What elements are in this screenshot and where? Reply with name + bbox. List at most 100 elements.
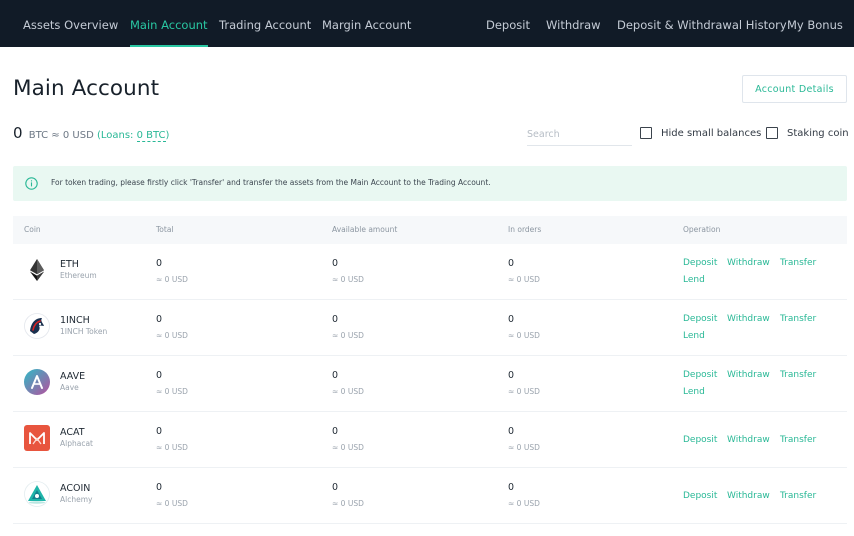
column-in-orders: In orders <box>508 225 542 234</box>
ethereum-icon <box>24 257 50 283</box>
staking-coin-toggle[interactable]: Staking coin <box>766 127 849 139</box>
coin-name: 1INCH Token <box>60 327 108 336</box>
in-orders-usd: ≈ 0 USD <box>508 275 540 284</box>
balance-usd: ≈ 0 USD <box>51 130 94 141</box>
withdraw-link[interactable]: Withdraw <box>727 258 770 268</box>
staking-coin-label: Staking coin <box>787 127 849 139</box>
available-value: 0 <box>332 314 339 325</box>
page-title: Main Account <box>13 76 160 101</box>
coin-symbol: ETH <box>60 259 79 270</box>
deposit-link[interactable]: Deposit <box>683 258 717 268</box>
nav-main-account-label: Main Account <box>130 18 208 32</box>
withdraw-link[interactable]: Withdraw <box>727 370 770 380</box>
in-orders-value: 0 <box>508 482 515 493</box>
coin-symbol: AAVE <box>60 371 86 382</box>
coin-name: Ethereum <box>60 271 97 280</box>
hide-small-balances-toggle[interactable]: Hide small balances <box>640 127 761 139</box>
info-icon <box>25 177 38 190</box>
total-usd: ≈ 0 USD <box>156 331 188 340</box>
nav-deposit[interactable]: Deposit <box>486 0 530 47</box>
loans-value[interactable]: 0 BTC <box>136 130 166 142</box>
total-balance: 0 BTC ≈ 0 USD (Loans: 0 BTC) <box>13 124 169 142</box>
loans-label: (Loans: <box>96 130 134 141</box>
table-row: AAVE Aave 0 ≈ 0 USD 0 ≈ 0 USD 0 ≈ 0 USD Deposit W… <box>13 356 847 412</box>
total-usd: ≈ 0 USD <box>156 275 188 284</box>
deposit-link[interactable]: Deposit <box>683 491 717 501</box>
top-nav: Assets Overview Main Account Trading Acc… <box>0 0 854 47</box>
lend-link[interactable]: Lend <box>683 387 705 397</box>
lend-link[interactable]: Lend <box>683 275 705 285</box>
total-usd: ≈ 0 USD <box>156 499 188 508</box>
total-value: 0 <box>156 258 163 269</box>
available-value: 0 <box>332 258 339 269</box>
total-value: 0 <box>156 482 163 493</box>
column-total: Total <box>156 225 174 234</box>
nav-assets-overview[interactable]: Assets Overview <box>23 0 118 47</box>
alphacat-icon <box>24 425 50 451</box>
hide-small-balances-checkbox[interactable] <box>640 127 652 139</box>
transfer-notice: For token trading, please firstly click … <box>13 166 847 201</box>
in-orders-value: 0 <box>508 426 515 437</box>
search-input[interactable] <box>527 124 632 146</box>
coin-name: Alchemy <box>60 495 93 504</box>
in-orders-usd: ≈ 0 USD <box>508 499 540 508</box>
in-orders-usd: ≈ 0 USD <box>508 387 540 396</box>
coin-symbol: ACOIN <box>60 483 91 494</box>
alchemy-icon <box>24 481 50 507</box>
available-value: 0 <box>332 370 339 381</box>
total-usd: ≈ 0 USD <box>156 443 188 452</box>
nav-my-bonus[interactable]: My Bonus <box>787 0 843 47</box>
coin-name: Aave <box>60 383 79 392</box>
transfer-link[interactable]: Transfer <box>780 258 816 268</box>
in-orders-value: 0 <box>508 370 515 381</box>
total-usd: ≈ 0 USD <box>156 387 188 396</box>
available-usd: ≈ 0 USD <box>332 275 364 284</box>
column-available: Available amount <box>332 225 398 234</box>
active-tab-indicator <box>130 45 208 47</box>
total-value: 0 <box>156 314 163 325</box>
nav-trading-account[interactable]: Trading Account <box>219 0 311 47</box>
nav-main-account[interactable]: Main Account <box>130 0 208 47</box>
available-usd: ≈ 0 USD <box>332 331 364 340</box>
staking-coin-checkbox[interactable] <box>766 127 778 139</box>
nav-withdraw[interactable]: Withdraw <box>546 0 601 47</box>
coin-symbol: 1INCH <box>60 315 90 326</box>
withdraw-link[interactable]: Withdraw <box>727 435 770 445</box>
total-value: 0 <box>156 426 163 437</box>
in-orders-value: 0 <box>508 314 515 325</box>
available-usd: ≈ 0 USD <box>332 499 364 508</box>
table-row: ACAT Alphacat 0 ≈ 0 USD 0 ≈ 0 USD 0 ≈ 0 USD Depo… <box>13 412 847 468</box>
deposit-link[interactable]: Deposit <box>683 370 717 380</box>
in-orders-usd: ≈ 0 USD <box>508 331 540 340</box>
nav-deposit-withdrawal-history[interactable]: Deposit & Withdrawal History <box>617 0 787 47</box>
loans-close: ) <box>165 130 170 141</box>
in-orders-usd: ≈ 0 USD <box>508 443 540 452</box>
coin-name: Alphacat <box>60 439 93 448</box>
deposit-link[interactable]: Deposit <box>683 435 717 445</box>
column-operation: Operation <box>683 225 721 234</box>
account-details-button[interactable]: Account Details <box>742 75 847 103</box>
nav-margin-account[interactable]: Margin Account <box>322 0 411 47</box>
table-row: ACOIN Alchemy 0 ≈ 0 USD 0 ≈ 0 USD 0 ≈ 0 USD Depo… <box>13 468 847 524</box>
hide-small-balances-label: Hide small balances <box>661 127 762 139</box>
transfer-link[interactable]: Transfer <box>780 491 816 501</box>
lend-link[interactable]: Lend <box>683 331 705 341</box>
table-header: Coin Total Available amount In orders Op… <box>13 216 847 244</box>
deposit-link[interactable]: Deposit <box>683 314 717 324</box>
withdraw-link[interactable]: Withdraw <box>727 314 770 324</box>
aave-icon <box>24 369 50 395</box>
table-row: ETH Ethereum 0 ≈ 0 USD 0 ≈ 0 USD 0 ≈ 0 USD Depos… <box>13 244 847 300</box>
available-value: 0 <box>332 482 339 493</box>
table-row: 1INCH 1INCH Token 0 ≈ 0 USD 0 ≈ 0 USD 0 ≈ 0 USD… <box>13 300 847 356</box>
transfer-link[interactable]: Transfer <box>780 435 816 445</box>
column-coin: Coin <box>24 225 41 234</box>
1inch-icon <box>24 313 50 339</box>
balance-unit: BTC <box>28 130 49 141</box>
balance-amount: 0 <box>13 124 23 142</box>
available-value: 0 <box>332 426 339 437</box>
in-orders-value: 0 <box>508 258 515 269</box>
transfer-link[interactable]: Transfer <box>780 314 816 324</box>
withdraw-link[interactable]: Withdraw <box>727 491 770 501</box>
transfer-link[interactable]: Transfer <box>780 370 816 380</box>
available-usd: ≈ 0 USD <box>332 387 364 396</box>
